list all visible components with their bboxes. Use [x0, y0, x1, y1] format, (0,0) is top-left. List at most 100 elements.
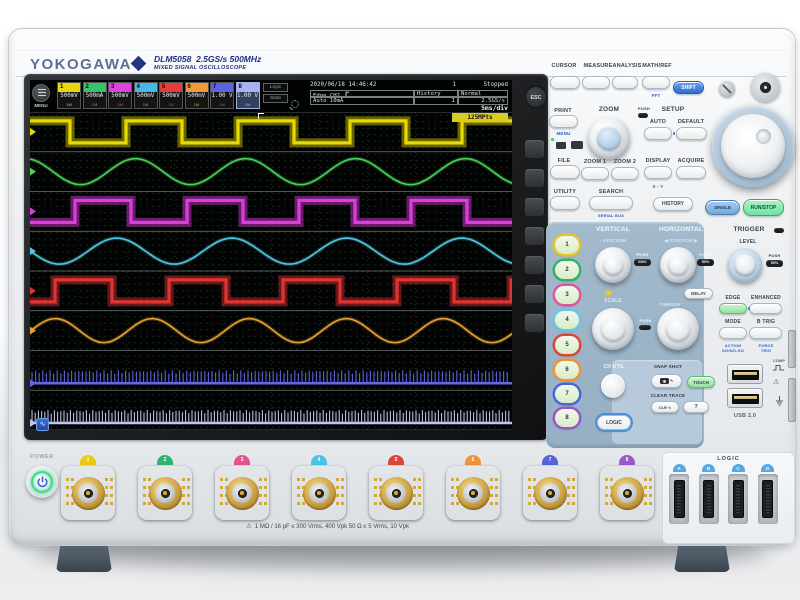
channel-1-button[interactable]: 1 [555, 236, 579, 254]
print-label: PRINT [554, 108, 572, 114]
channel-4-button[interactable]: 4 [555, 311, 579, 329]
badge-state[interactable]: State [263, 94, 288, 103]
bnc-ring [533, 476, 567, 510]
history-button[interactable]: HISTORY [653, 197, 693, 211]
cal-signal-output [751, 73, 780, 102]
soft-key-1[interactable] [524, 139, 545, 159]
channel-indicator-5[interactable]: 5 500mV 1M [159, 82, 183, 109]
bnc-connector-ch7 [523, 466, 577, 520]
bnc-ring [302, 476, 336, 510]
jog-dial[interactable] [721, 114, 785, 178]
trigger-type-led [747, 307, 750, 310]
bnc-ch3-tab: 3 [234, 455, 250, 465]
default-button[interactable] [676, 127, 707, 140]
jog-shuttle-ring[interactable] [712, 105, 794, 187]
channel-6-button[interactable]: 6 [555, 361, 579, 379]
search-button[interactable] [589, 196, 633, 210]
channel-indicator-2[interactable]: 2 500mA 1M [82, 82, 107, 109]
probe-comp-adjust-knob[interactable] [719, 81, 735, 97]
zoom1-button[interactable] [581, 167, 609, 180]
bnc-barrel [540, 483, 560, 503]
help-button[interactable]: ? [683, 401, 709, 413]
display-button[interactable] [644, 166, 672, 179]
usb-port-top [727, 364, 763, 384]
channel-2-button[interactable]: 2 [555, 261, 579, 279]
right-foot [674, 544, 730, 572]
zoom1-label: ZOOM 1 [583, 159, 607, 165]
waveform-graticule[interactable] [28, 111, 516, 431]
power-button[interactable] [26, 466, 58, 498]
measure-button[interactable] [582, 76, 610, 89]
channel-indicator-3[interactable]: 3 500mV 1M [108, 82, 132, 109]
timediv-knob[interactable] [657, 308, 699, 350]
channel-number: 6 [185, 83, 208, 92]
channel-indicator-4[interactable]: 4 500mV 1M [133, 82, 158, 109]
channel-coupling: 1M [117, 102, 123, 107]
channel-indicator-7[interactable]: 7 1.00 V 1M [210, 82, 234, 109]
channel-number: 8 [236, 83, 259, 92]
soft-key-6[interactable] [524, 284, 545, 304]
logic-button[interactable]: LOGIC [597, 415, 631, 430]
math-ref-button[interactable] [642, 76, 670, 89]
channel-coupling: 1M [168, 102, 174, 107]
ch-util-button[interactable] [601, 374, 625, 398]
utility-button[interactable] [550, 196, 580, 210]
print-button[interactable] [549, 115, 578, 128]
shift-button[interactable]: SHIFT [673, 81, 704, 94]
channel-number: 4 [134, 83, 157, 92]
vertical-scale-push-label: PUSH [639, 318, 652, 323]
acquire-label: ACQUIRE [677, 158, 705, 164]
vertical-scale-knob[interactable] [592, 308, 634, 350]
vertical-push-badge: 0DIV [634, 259, 651, 266]
enhanced-button[interactable] [749, 303, 782, 314]
run-stop-button[interactable]: RUN/STOP [743, 199, 784, 216]
bnc-ch8-tab: 8 [619, 455, 635, 465]
soft-key-3[interactable] [524, 197, 545, 217]
channel-3-button[interactable]: 3 [555, 286, 579, 304]
zoom2-button[interactable] [611, 167, 639, 180]
channel-indicator-row: 1 500mV 1M 2 500mA 1M 3 500mV 1M 4 500mV 1M 5 500mV 1M… [57, 82, 260, 109]
cursor-button[interactable] [550, 76, 580, 89]
trigger-level-knob[interactable] [728, 248, 762, 282]
edge-button[interactable] [719, 303, 747, 314]
trigger-title: TRIGGER [733, 226, 765, 233]
soft-key-7[interactable] [524, 313, 545, 333]
channel-number: 2 [83, 83, 106, 92]
power-label: POWER [30, 454, 54, 460]
soft-key-5[interactable] [524, 255, 545, 275]
file-button[interactable] [550, 165, 580, 179]
status-acq-count: 1 [452, 82, 457, 88]
edge-label: EDGE [725, 295, 741, 301]
acquire-button[interactable] [676, 166, 706, 179]
right-hinge-top [788, 330, 796, 368]
channel-5-button[interactable]: 5 [555, 336, 579, 354]
bnc-ch4-tab: 4 [311, 455, 327, 465]
channel-coupling: 1M [244, 102, 251, 107]
analysis-button[interactable] [612, 76, 638, 89]
auto-button[interactable] [644, 127, 672, 140]
esc-button[interactable]: ESC [525, 86, 547, 108]
channel-7-button[interactable]: 7 [555, 385, 579, 403]
waveform-display-icon[interactable]: ∿ [36, 418, 49, 431]
channel-indicator-6[interactable]: 6 500mV 1M [184, 82, 209, 109]
single-button[interactable]: SINGLE [705, 200, 740, 215]
horizontal-position-knob[interactable] [660, 247, 696, 283]
snap-shot-button[interactable]: ∿ [651, 374, 682, 388]
cursor-label: CURSOR [551, 63, 577, 69]
channel-8-button[interactable]: 8 [555, 409, 579, 427]
badge-logic[interactable]: Logic [263, 83, 288, 92]
logic-pod-A-slot [669, 474, 689, 524]
mode-button[interactable] [719, 327, 747, 339]
soft-key-2[interactable] [524, 168, 545, 188]
clear-trace-button[interactable]: CLR ∿ [651, 401, 679, 413]
channel-indicator-1[interactable]: 1 500mV 1M [57, 82, 81, 109]
delay-button[interactable]: DELAY [684, 288, 713, 299]
b-trig-button[interactable] [749, 327, 782, 339]
zoom-knob[interactable] [588, 117, 630, 159]
touch-button[interactable]: TOUCH [687, 376, 715, 388]
channel-coupling: 1M [193, 102, 200, 107]
soft-key-4[interactable] [524, 226, 545, 246]
screen-menu-button[interactable] [32, 84, 50, 102]
vertical-position-knob[interactable] [595, 247, 631, 283]
channel-indicator-8[interactable]: 8 1.00 V 1M [235, 82, 260, 109]
